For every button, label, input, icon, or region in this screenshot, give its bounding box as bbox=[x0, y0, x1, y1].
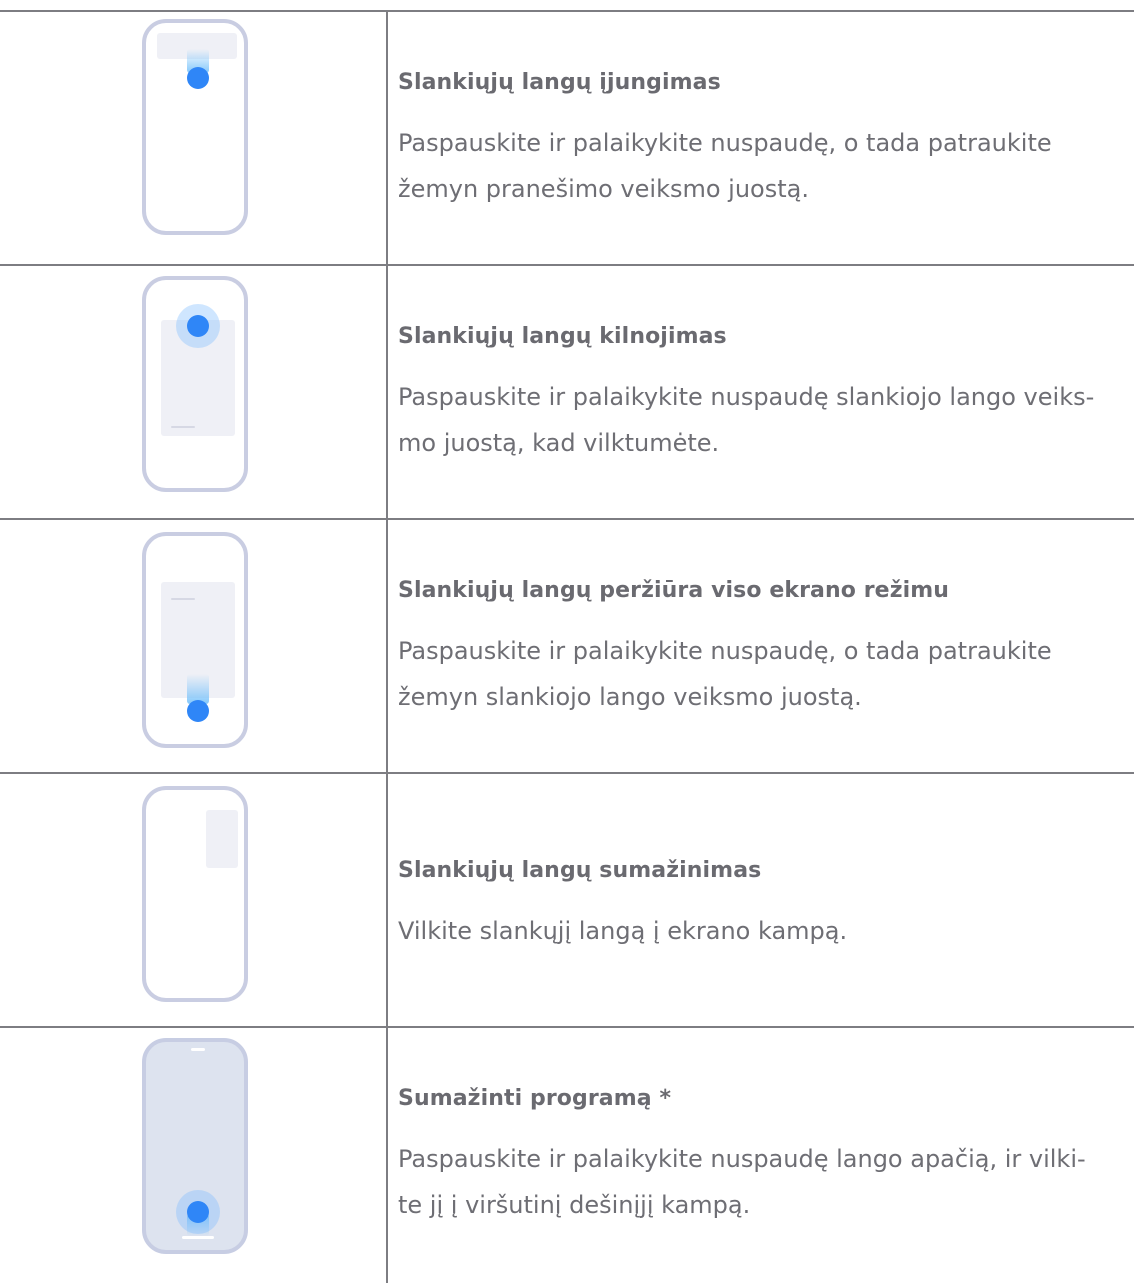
window-handle bbox=[171, 426, 195, 428]
table-row: Slankiųjų langų įjungimas Paspauskite ir… bbox=[0, 12, 1134, 264]
home-indicator bbox=[182, 1236, 214, 1239]
table-row: Slankiųjų langų kilnojimas Paspauskite i… bbox=[0, 266, 1134, 518]
touch-point-icon bbox=[187, 67, 209, 89]
description-line: Paspauskite ir palaikykite nuspaudę slan… bbox=[398, 383, 1095, 411]
description-line: te jį į viršutinį dešinįjį kampą. bbox=[398, 1191, 751, 1219]
phone-minimize-app-icon bbox=[142, 1038, 248, 1254]
description-line: Paspauskite ir palaikykite nuspaudę, o t… bbox=[398, 637, 1052, 665]
table-row: Slankiųjų langų sumažinimas Vilkite slan… bbox=[0, 774, 1134, 1026]
phone-fullscreen-floating-window-icon bbox=[142, 532, 248, 748]
status-notch bbox=[191, 1048, 205, 1051]
table-row: Sumažinti programą * Paspauskite ir pala… bbox=[0, 1028, 1134, 1283]
row-title: Slankiųjų langų sumažinimas bbox=[398, 858, 762, 883]
touch-point-icon bbox=[187, 700, 209, 722]
window-handle bbox=[171, 598, 195, 600]
phone-pull-down-notification-icon bbox=[142, 19, 248, 235]
touch-point-icon bbox=[187, 315, 209, 337]
description-line: Vilkite slankųjį langą į ekrano kampą. bbox=[398, 917, 848, 945]
row-title: Sumažinti programą * bbox=[398, 1086, 672, 1111]
row-description: Paspauskite ir palaikykite nuspaudę, o t… bbox=[398, 120, 1128, 212]
row-title: Slankiųjų langų kilnojimas bbox=[398, 324, 727, 349]
row-description: Paspauskite ir palaikykite nuspaudę lang… bbox=[398, 1136, 1128, 1228]
row-description: Paspauskite ir palaikykite nuspaudę, o t… bbox=[398, 628, 1128, 720]
row-title: Slankiųjų langų peržiūra viso ekrano rež… bbox=[398, 578, 950, 603]
minimized-window bbox=[206, 810, 238, 868]
phone-minimize-floating-window-icon bbox=[142, 786, 248, 1002]
row-description: Vilkite slankųjį langą į ekrano kampą. bbox=[398, 908, 1128, 954]
row-description: Paspauskite ir palaikykite nuspaudę slan… bbox=[398, 374, 1128, 466]
description-line: žemyn pranešimo veiksmo juostą. bbox=[398, 175, 809, 203]
description-line: mo juostą, kad vilktumėte. bbox=[398, 429, 720, 457]
table-row: Slankiųjų langų peržiūra viso ekrano rež… bbox=[0, 520, 1134, 772]
row-title: Slankiųjų langų įjungimas bbox=[398, 70, 721, 95]
touch-point-icon bbox=[187, 1201, 209, 1223]
description-line: žemyn slankiojo lango veiksmo juostą. bbox=[398, 683, 862, 711]
description-line: Paspauskite ir palaikykite nuspaudę, o t… bbox=[398, 129, 1052, 157]
phone-drag-floating-window-icon bbox=[142, 276, 248, 492]
description-line: Paspauskite ir palaikykite nuspaudę lang… bbox=[398, 1145, 1086, 1173]
